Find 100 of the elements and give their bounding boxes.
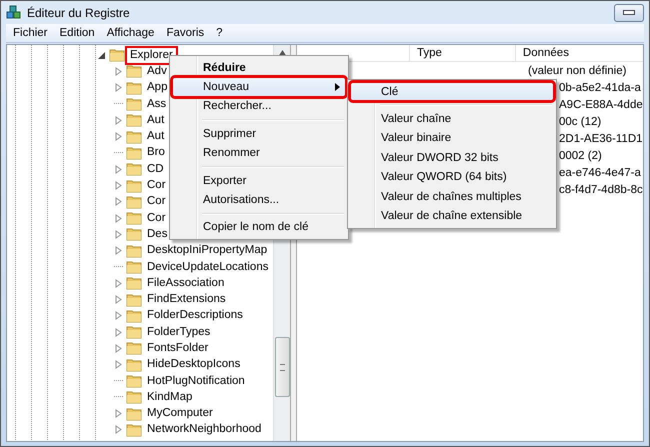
tree-item[interactable]: Aut [144, 112, 168, 128]
registry-cubes-icon [6, 4, 22, 20]
expand-arrow-icon[interactable] [114, 230, 123, 239]
tree-item[interactable]: App [144, 80, 170, 96]
column-header[interactable]: Données [514, 45, 643, 61]
folder-icon [126, 390, 142, 404]
tree-item[interactable]: NetworkNeighborhood [144, 422, 264, 438]
expand-arrow-icon[interactable] [114, 181, 123, 190]
folder-icon [126, 260, 142, 274]
folder-icon [126, 406, 142, 421]
submenu-arrow-icon [335, 83, 341, 92]
folder-icon [126, 341, 142, 356]
expand-arrow-icon[interactable] [114, 425, 123, 434]
minimize-button[interactable] [614, 4, 644, 22]
folder-icon [126, 194, 142, 209]
table-cell: 00c (12) [559, 116, 602, 128]
menu-item[interactable]: Valeur DWORD 32 bits [350, 148, 554, 168]
tree-item[interactable]: FileAssociation [144, 276, 228, 291]
folder-icon [126, 276, 142, 290]
tree-item[interactable]: Adv [144, 64, 170, 79]
menu-item[interactable]: Exporter [172, 170, 346, 190]
menu-bar-item[interactable]: Affichage [102, 27, 160, 39]
menu-item[interactable]: Autorisations... [172, 190, 346, 210]
tree-item[interactable]: KindMap [144, 390, 196, 405]
tree-item[interactable]: FindExtensions [144, 292, 229, 308]
tree-item[interactable]: DeviceUpdateLocations [144, 260, 272, 274]
folder-icon [126, 146, 142, 160]
tree-item[interactable]: CD [144, 162, 167, 177]
expand-arrow-icon[interactable] [114, 66, 123, 76]
expand-arrow-icon[interactable] [114, 132, 123, 142]
expand-arrow-icon[interactable] [114, 197, 123, 206]
window-title: Éditeur du Registre [27, 6, 130, 20]
menu-item[interactable]: Valeur chaîne [350, 109, 554, 129]
tree-item[interactable]: Bro [144, 145, 168, 160]
tree-item[interactable]: Cor [144, 194, 169, 210]
folder-icon [126, 358, 142, 372]
folder-icon [126, 211, 142, 226]
folder-icon [126, 80, 142, 95]
table-cell: 2D1-AE36-11D1 [559, 132, 643, 144]
scroll-thumb[interactable] [274, 337, 290, 397]
tree-item[interactable]: FolderTypes [144, 324, 214, 340]
menu-bar-item[interactable]: ? [211, 27, 228, 39]
folder-icon [126, 64, 142, 78]
expand-arrow-icon[interactable] [114, 295, 123, 304]
menu-item[interactable]: Valeur QWORD (64 bits) [350, 168, 554, 187]
menu-item[interactable]: Valeur de chaîne extensible [350, 206, 554, 226]
folder-icon [109, 48, 125, 62]
menu-item[interactable]: Supprimer [172, 124, 346, 144]
tree-item[interactable]: HideDesktopIcons [144, 357, 244, 372]
expand-arrow-icon[interactable] [114, 83, 123, 92]
folder-icon [126, 325, 142, 340]
menu-bar-item[interactable]: Favoris [161, 27, 210, 39]
menu-item[interactable]: Renommer [172, 144, 346, 163]
tree-item[interactable]: Cor [144, 210, 169, 226]
menu-item[interactable]: Copier le nom de clé [172, 218, 346, 238]
expand-arrow-icon[interactable] [114, 311, 123, 320]
expand-arrow-icon[interactable] [114, 214, 123, 223]
table-cell: 0002 (2) [559, 150, 602, 162]
menu-item[interactable]: Clé [350, 82, 554, 102]
folder-icon [126, 292, 142, 307]
expand-arrow-icon[interactable] [114, 246, 123, 256]
expand-arrow-icon[interactable] [114, 328, 123, 337]
folder-icon [126, 308, 142, 323]
tree-item[interactable]: DesktopIniPropertyMap [144, 243, 270, 258]
table-cell: A9C-E88A-4dde [559, 98, 643, 110]
menu-item[interactable]: Valeur de chaînes multiples [350, 186, 554, 206]
menu-item[interactable]: Valeur binaire [350, 128, 554, 148]
tree-item[interactable]: FontsFolder [144, 340, 212, 356]
tree-item[interactable]: MyComputer [144, 406, 216, 422]
folder-icon [126, 244, 142, 258]
folder-icon [126, 162, 142, 176]
menu-bar-item[interactable]: Fichier [8, 27, 53, 39]
folder-icon [126, 178, 142, 193]
tree-item[interactable]: FolderDescriptions [144, 308, 246, 324]
menu-item[interactable]: Nouveau [172, 77, 346, 97]
tree-item[interactable]: Cor [144, 178, 169, 194]
expand-arrow-icon[interactable] [114, 164, 123, 174]
folder-icon [126, 113, 142, 128]
tree-item[interactable]: Des [144, 226, 170, 242]
collapse-arrow-icon[interactable] [97, 50, 106, 60]
expand-arrow-icon[interactable] [114, 409, 123, 418]
folder-icon [126, 374, 142, 388]
folder-icon [126, 97, 142, 112]
table-cell: c8-f4d7-4d8b-8c [559, 184, 643, 196]
tree-item[interactable]: HotPlugNotification [144, 374, 248, 389]
menu-item[interactable]: Rechercher... [172, 96, 346, 116]
table-cell: ea-e746-4e47-a [559, 166, 641, 178]
folder-icon [126, 227, 142, 242]
expand-arrow-icon[interactable] [114, 360, 123, 370]
folder-icon [126, 422, 142, 437]
expand-arrow-icon[interactable] [114, 116, 123, 125]
expand-arrow-icon[interactable] [114, 278, 123, 288]
table-cell: (valeur non définie) [528, 64, 626, 76]
menu-bar-item[interactable]: Edition [54, 27, 100, 39]
table-cell: 0b-a5e2-41da-a [559, 82, 641, 94]
column-header[interactable]: Type [409, 45, 515, 61]
tree-item[interactable]: Aut [144, 129, 168, 144]
expand-arrow-icon[interactable] [114, 344, 123, 353]
folder-icon [126, 130, 142, 144]
tree-item[interactable]: Ass [144, 96, 170, 112]
